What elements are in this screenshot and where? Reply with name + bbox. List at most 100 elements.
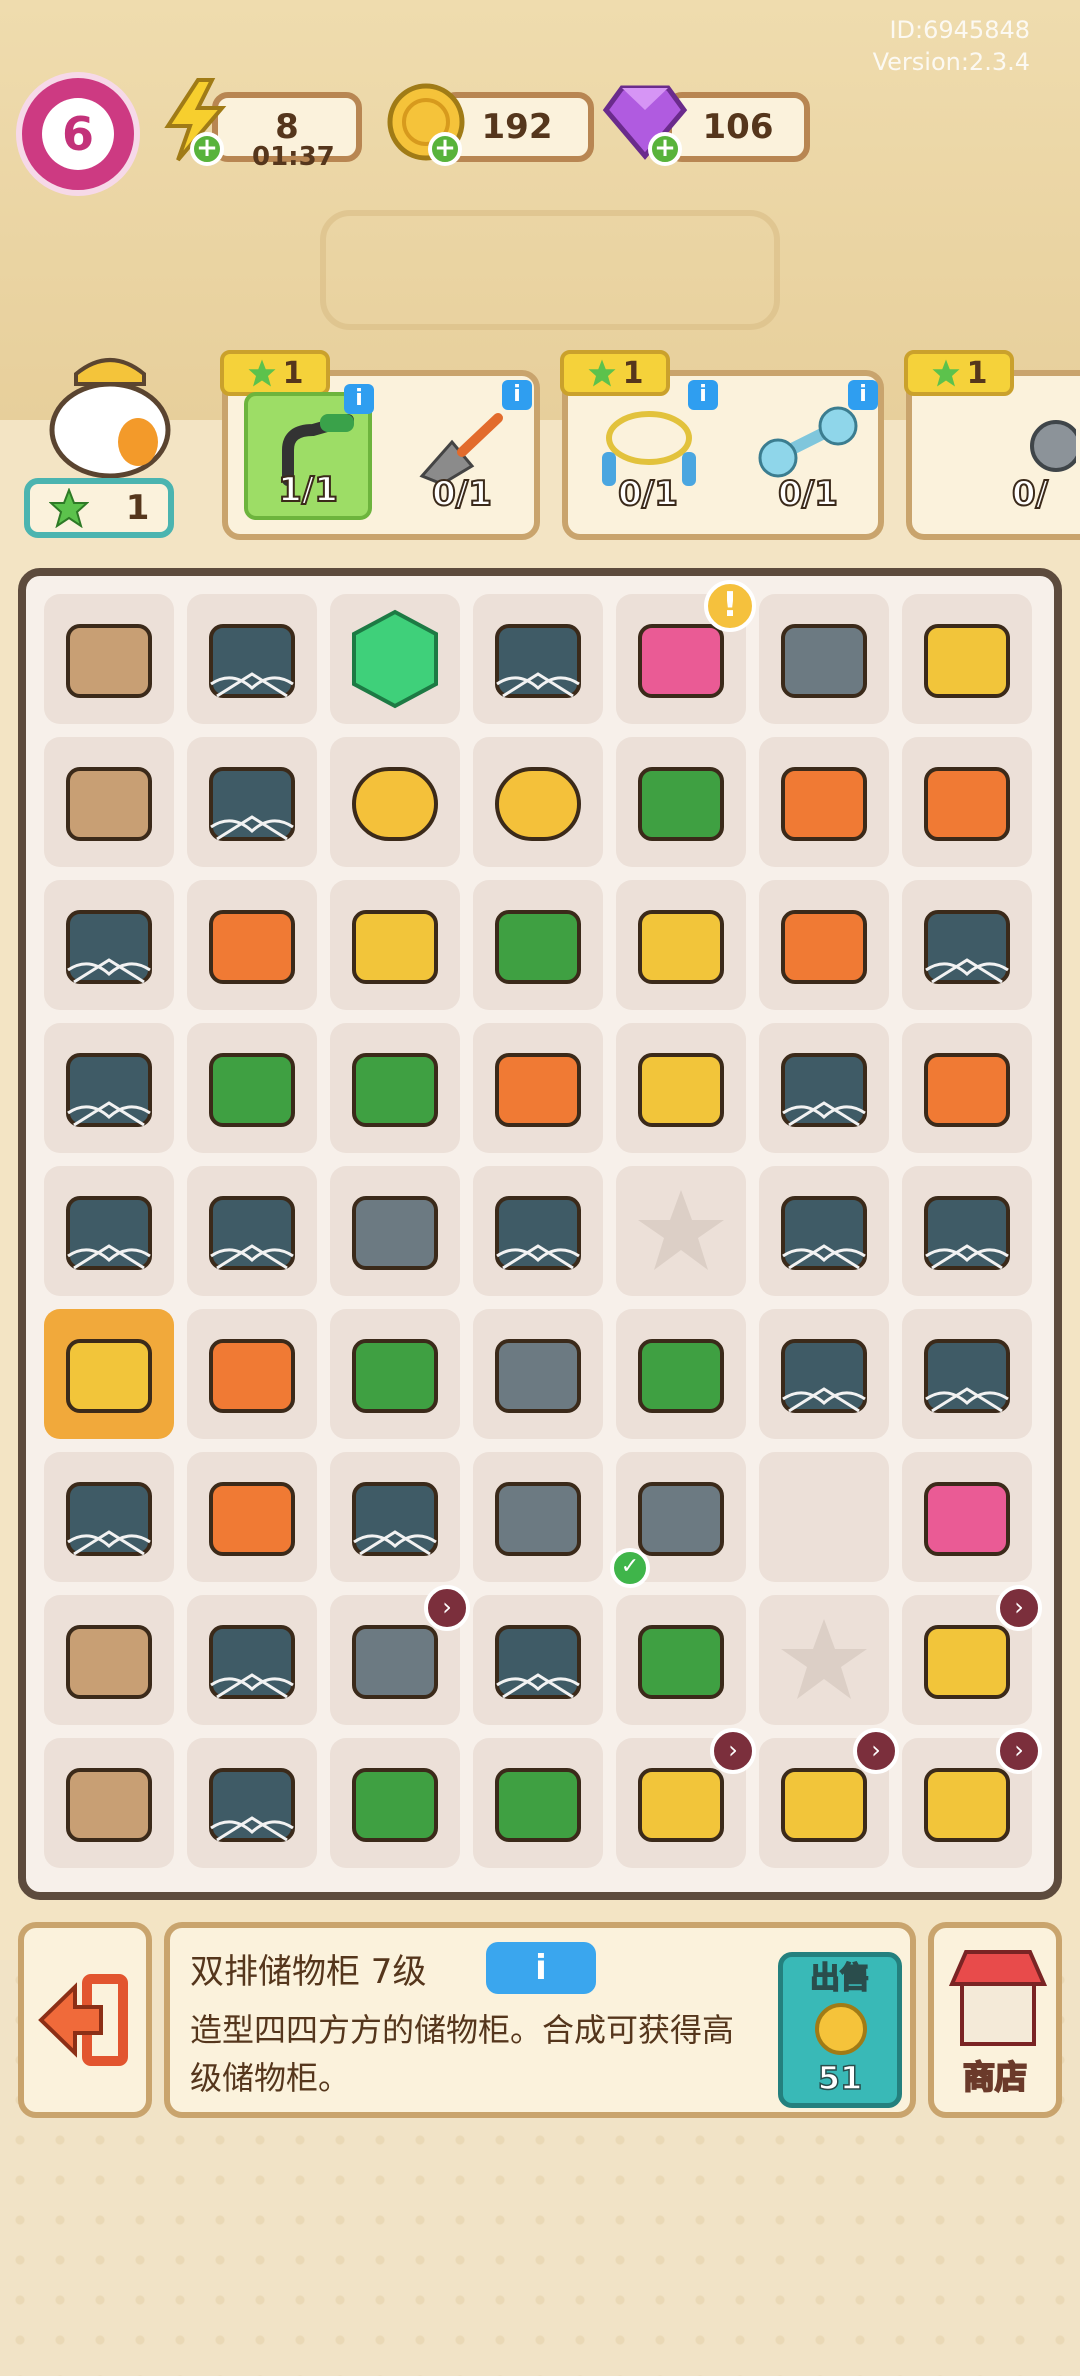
- board-cell[interactable]: [187, 1166, 317, 1296]
- board-cell[interactable]: [187, 880, 317, 1010]
- board-cell[interactable]: [44, 880, 174, 1010]
- background-shelf: [320, 210, 780, 330]
- item-info-button[interactable]: i: [848, 380, 878, 410]
- board-cell[interactable]: [44, 1023, 174, 1153]
- order-card-1[interactable]: 1 1/1 i 0/1 i: [220, 350, 540, 540]
- board-cell[interactable]: [330, 1166, 460, 1296]
- order-card-3[interactable]: 1 0/: [904, 350, 1080, 540]
- board-cell[interactable]: [902, 594, 1032, 724]
- basket-dumbbell-icon: [352, 910, 438, 984]
- board-cell[interactable]: [44, 1309, 174, 1439]
- board-cell[interactable]: [473, 594, 603, 724]
- board-cell[interactable]: [759, 1309, 889, 1439]
- board-cell[interactable]: [473, 1452, 603, 1582]
- board-cell[interactable]: [330, 880, 460, 1010]
- board-cell[interactable]: ›: [902, 1585, 1042, 1725]
- exit-button[interactable]: [18, 1922, 152, 2118]
- board-cell[interactable]: [473, 737, 603, 867]
- board-cell[interactable]: [187, 1023, 317, 1153]
- apple-core-icon: [781, 910, 867, 984]
- board-cell[interactable]: [473, 1595, 603, 1725]
- green-case-icon: [495, 910, 581, 984]
- star-icon: [48, 488, 89, 528]
- order-item-trowel[interactable]: 0/1 i: [398, 380, 532, 520]
- item-info-button[interactable]: i: [688, 380, 718, 410]
- board-cell[interactable]: !: [616, 580, 756, 724]
- webbed-rope-icon: [924, 910, 1010, 984]
- empty-star-slot-icon: [638, 1190, 724, 1270]
- board-cell[interactable]: [44, 1738, 174, 1868]
- board-cell[interactable]: [187, 1309, 317, 1439]
- board-cell[interactable]: [902, 1452, 1032, 1582]
- webbed-sock-icon: [495, 624, 581, 698]
- board-cell[interactable]: [330, 1309, 460, 1439]
- board-cell[interactable]: [44, 1452, 174, 1582]
- webbed-gloves-icon: [66, 1053, 152, 1127]
- level-badge[interactable]: 6: [16, 72, 140, 196]
- board-cell[interactable]: [759, 737, 889, 867]
- board-cell[interactable]: [187, 737, 317, 867]
- cardboard-box-icon: [66, 767, 152, 841]
- board-cell[interactable]: ›: [616, 1728, 756, 1868]
- board-cell[interactable]: [187, 1595, 317, 1725]
- board-cell[interactable]: [44, 737, 174, 867]
- board-cell[interactable]: ›: [330, 1585, 470, 1725]
- shop-button[interactable]: 商店: [928, 1922, 1062, 2118]
- board-cell[interactable]: [902, 1309, 1032, 1439]
- board-cell[interactable]: [902, 1166, 1032, 1296]
- order-item-jump-rope[interactable]: 0/1 i: [584, 380, 718, 520]
- board-cell[interactable]: [473, 880, 603, 1010]
- board-cell[interactable]: [44, 1595, 174, 1725]
- board-cell[interactable]: ›: [759, 1728, 899, 1868]
- tape-measure-icon: [209, 1339, 295, 1413]
- board-cell[interactable]: [473, 1309, 603, 1439]
- board-cell[interactable]: [187, 1452, 317, 1582]
- add-gems-button[interactable]: +: [648, 132, 682, 166]
- item-detail-button[interactable]: i: [486, 1942, 596, 1994]
- board-cell[interactable]: [473, 1738, 603, 1868]
- order-item-partial[interactable]: 0/: [1011, 392, 1080, 520]
- board-cell[interactable]: ›: [902, 1728, 1042, 1868]
- add-coins-button[interactable]: +: [428, 132, 462, 166]
- board-cell[interactable]: [616, 880, 746, 1010]
- board-cell[interactable]: [759, 880, 889, 1010]
- board-cell[interactable]: [902, 880, 1032, 1010]
- order-item-wrench[interactable]: 1/1 i: [244, 384, 374, 520]
- order-item-dumbbell[interactable]: 0/1 i: [744, 380, 878, 520]
- board-cell[interactable]: [187, 1738, 317, 1868]
- add-energy-button[interactable]: +: [190, 132, 224, 166]
- check-icon: ✓: [610, 1548, 650, 1588]
- board-cell[interactable]: [187, 594, 317, 724]
- board-cell[interactable]: [902, 737, 1032, 867]
- board-cell[interactable]: [330, 1023, 460, 1153]
- board-cell[interactable]: [473, 1166, 603, 1296]
- board-cell[interactable]: [616, 737, 746, 867]
- board-cell[interactable]: [759, 1595, 889, 1725]
- board-cell[interactable]: [616, 1595, 746, 1725]
- board-cell[interactable]: [44, 1166, 174, 1296]
- sell-button[interactable]: 出售 51: [778, 1952, 902, 2108]
- board-cell[interactable]: [330, 1738, 460, 1868]
- board-cell[interactable]: [616, 1166, 746, 1296]
- shop-icon: [948, 1950, 1048, 2046]
- webbed-crate-icon: [209, 1625, 295, 1699]
- board-cell[interactable]: [759, 1023, 889, 1153]
- board-cell[interactable]: [330, 594, 460, 724]
- board-cell[interactable]: [902, 1023, 1032, 1153]
- board-cell[interactable]: [330, 1452, 460, 1582]
- order-card-2[interactable]: 1 0/1 i 0/1 i: [560, 350, 884, 540]
- megaphone-icon: [352, 1339, 438, 1413]
- timer-badge-icon: ›: [996, 1728, 1042, 1774]
- board-cell[interactable]: ✓: [610, 1452, 746, 1588]
- board-cell[interactable]: [473, 1023, 603, 1153]
- board-cell[interactable]: [759, 1452, 889, 1582]
- board-cell[interactable]: [330, 737, 460, 867]
- board-cell[interactable]: [44, 594, 174, 724]
- item-info-button[interactable]: i: [502, 380, 532, 410]
- board-cell[interactable]: [616, 1309, 746, 1439]
- board-cell[interactable]: [759, 1166, 889, 1296]
- item-info-button[interactable]: i: [344, 384, 374, 414]
- board-cell[interactable]: [759, 594, 889, 724]
- webbed-crate-icon: [66, 1196, 152, 1270]
- board-cell[interactable]: [616, 1023, 746, 1153]
